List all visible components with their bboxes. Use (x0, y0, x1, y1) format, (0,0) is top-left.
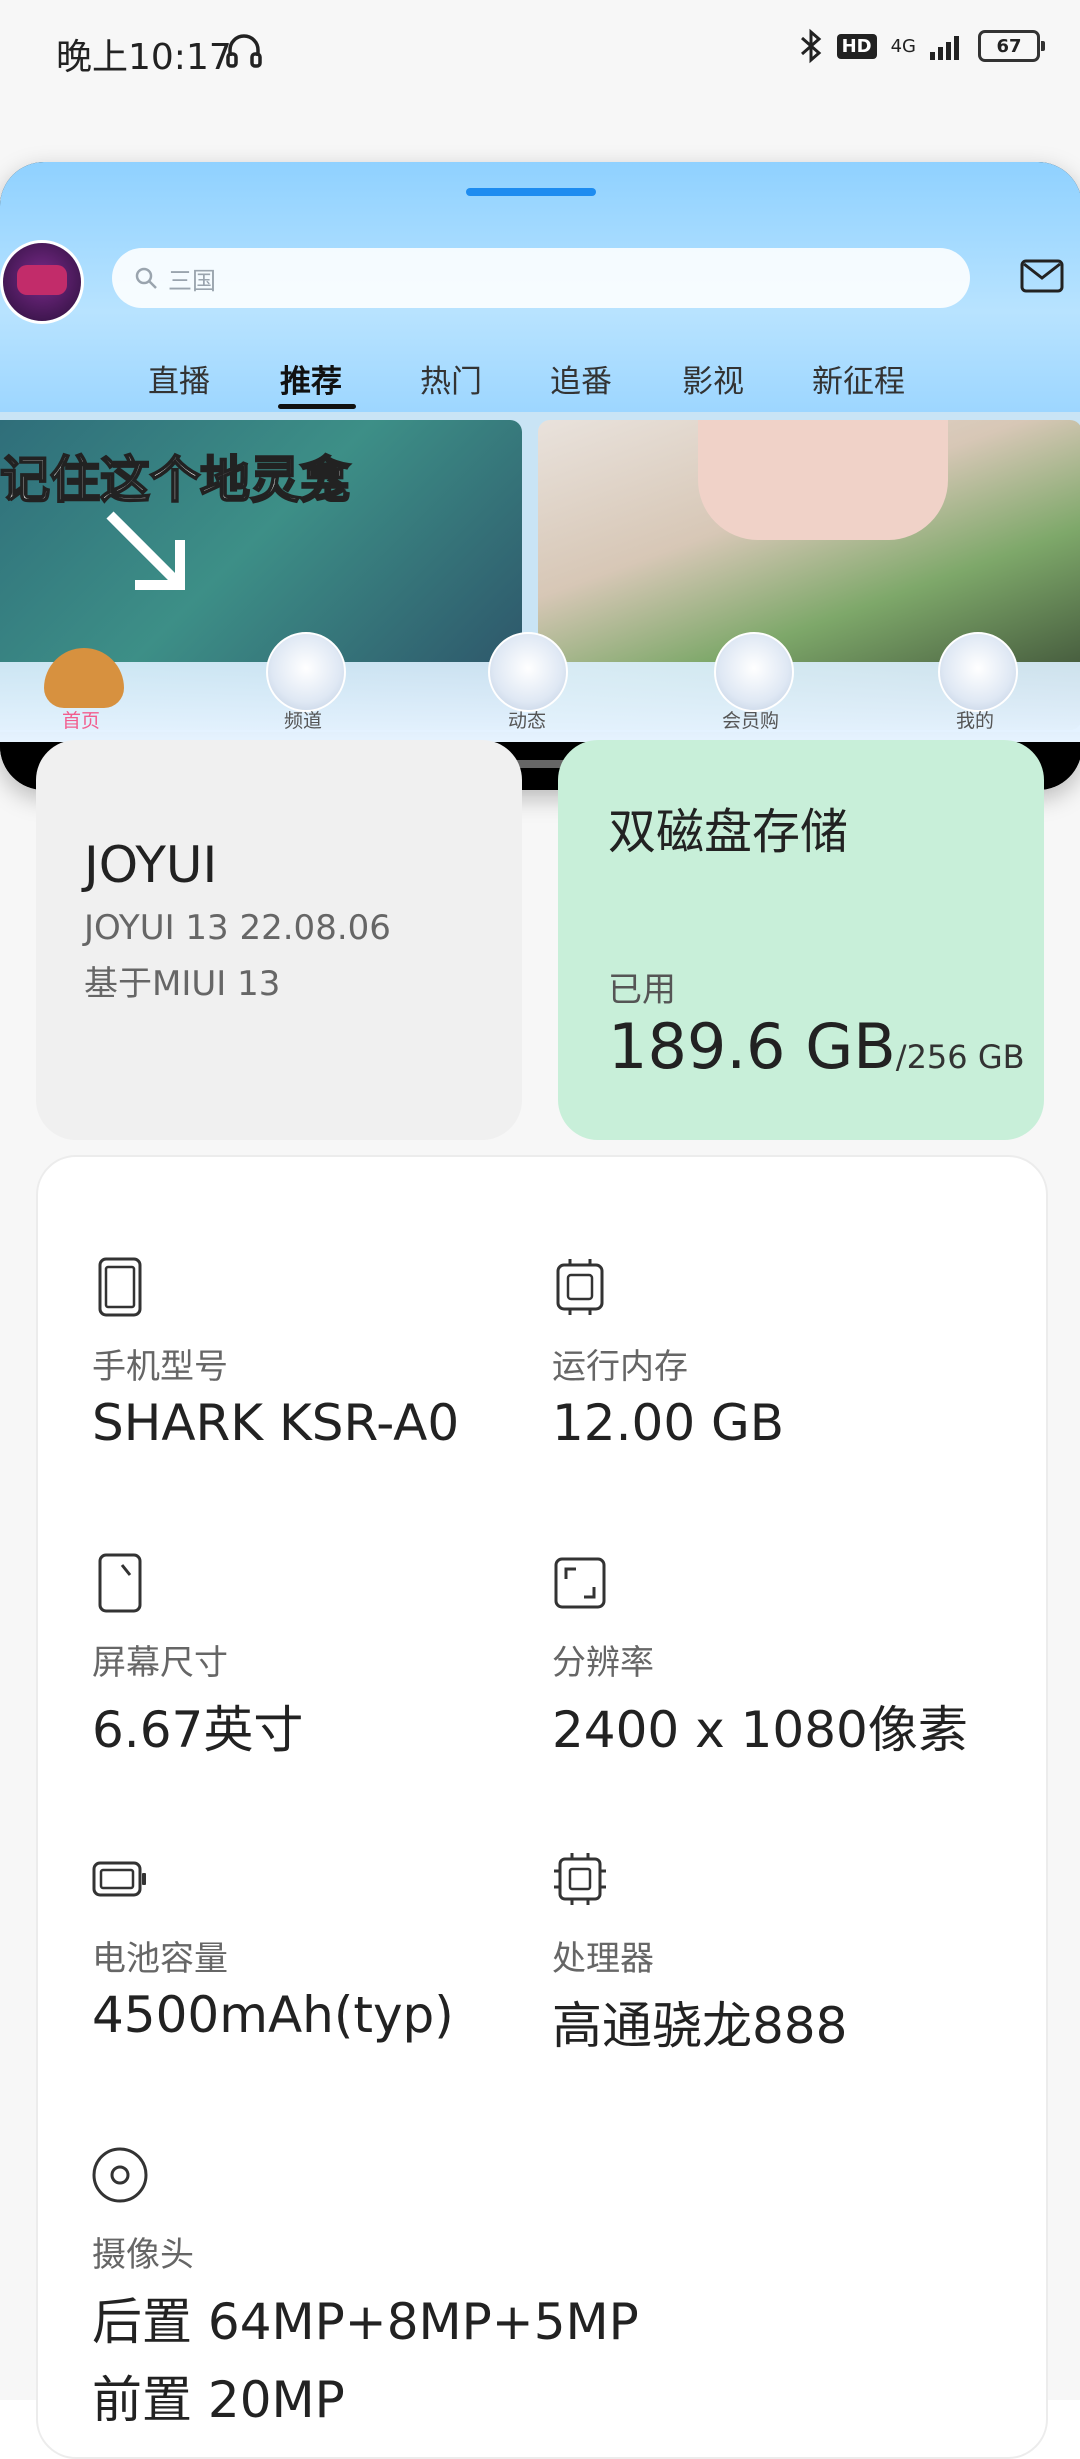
nav-channels[interactable]: 频道 (284, 706, 322, 733)
os-name: JOYUI (84, 836, 218, 894)
spec-label: 手机型号 (92, 1347, 228, 1387)
spec-label: 摄像头 (92, 2235, 194, 2275)
resolution-icon (554, 1557, 606, 1609)
signal-icon (930, 36, 959, 60)
avatar-face (17, 265, 67, 295)
spec-label: 处理器 (552, 1939, 654, 1979)
screen-size-icon (98, 1553, 142, 1613)
spec-value-rear: 后置 64MP+8MP+5MP (92, 2293, 639, 2351)
os-version: JOYUI 13 22.08.06 (84, 908, 391, 948)
battery-icon (92, 1861, 146, 1897)
spec-camera: 摄像头 后置 64MP+8MP+5MP 前置 20MP (92, 2145, 639, 2432)
floating-app-window[interactable]: 三国 直播 推荐 热门 追番 影视 新征程 记住这个地灵龛 首页 频道 动态 会… (0, 162, 1080, 790)
spec-resolution: 分辨率 2400 x 1080像素 (552, 1553, 968, 1762)
tab-movies[interactable]: 影视 (682, 356, 744, 401)
user-avatar[interactable] (0, 240, 84, 324)
battery-indicator: 67 (978, 30, 1045, 62)
spec-label: 电池容量 (92, 1939, 228, 1979)
bottom-nav: 首页 频道 动态 会员购 我的 (0, 632, 1080, 742)
memory-chip-icon (556, 1259, 604, 1315)
network-label: 4G (890, 35, 916, 57)
spec-processor: 处理器 高通骁龙888 (552, 1849, 847, 2058)
spec-value: 高通骁龙888 (552, 1997, 848, 2055)
spec-label: 分辨率 (552, 1643, 654, 1683)
processor-icon (554, 1853, 606, 1905)
mascot-character-icon (938, 632, 1018, 712)
storage-card[interactable]: 双磁盘存储 已用 189.6 GB/256 GB (558, 740, 1044, 1140)
battery-level: 67 (996, 35, 1022, 57)
os-base: 基于MIUI 13 (84, 964, 281, 1004)
mail-icon[interactable] (1020, 258, 1064, 294)
storage-total: /256 GB (895, 1038, 1025, 1076)
phone-icon (98, 1257, 142, 1317)
spec-value: 2400 x 1080像素 (552, 1701, 968, 1759)
tab-recommend[interactable]: 推荐 (280, 356, 342, 401)
search-icon (135, 267, 157, 289)
spec-label: 运行内存 (552, 1347, 688, 1387)
mascot-character-icon (488, 632, 568, 712)
video-thumbnail-caption: 记住这个地灵龛 (0, 450, 351, 510)
spec-ram: 运行内存 12.00 GB (552, 1257, 784, 1452)
search-input[interactable]: 三国 (112, 248, 970, 308)
hd-badge: HD (836, 33, 877, 59)
spec-value: 4500mAh(typ) (92, 1986, 454, 2044)
tab-hot[interactable]: 热门 (420, 356, 482, 401)
spec-value: SHARK KSR-A0 (92, 1394, 460, 1452)
system-version-card[interactable]: JOYUI JOYUI 13 22.08.06 基于MIUI 13 (36, 740, 522, 1140)
feed-tabs: 直播 推荐 热门 追番 影视 新征程 (0, 342, 1080, 412)
active-tab-indicator (278, 404, 356, 409)
bluetooth-icon (800, 28, 821, 64)
nav-home[interactable]: 首页 (62, 706, 100, 733)
video-thumbnail-image (698, 420, 948, 540)
spec-value: 12.00 GB (552, 1394, 785, 1452)
spec-value-front: 前置 20MP (92, 2371, 345, 2429)
headphone-icon (226, 34, 262, 68)
storage-used-value: 189.6 GB (608, 1010, 896, 1083)
window-drag-handle[interactable] (466, 188, 596, 196)
storage-used-label: 已用 (608, 970, 676, 1010)
spec-screen-size: 屏幕尺寸 6.67英寸 (92, 1553, 303, 1762)
mascot-character-icon (266, 632, 346, 712)
nav-activity[interactable]: 动态 (508, 706, 546, 733)
camera-icon (92, 2147, 148, 2203)
device-specs-card: 手机型号 SHARK KSR-A0 运行内存 12.00 GB 屏幕尺寸 6.6… (36, 1155, 1048, 2459)
tab-live[interactable]: 直播 (148, 356, 210, 401)
storage-title: 双磁盘存储 (608, 804, 849, 860)
spec-battery: 电池容量 4500mAh(typ) (92, 1849, 454, 2044)
spec-label: 屏幕尺寸 (92, 1643, 228, 1683)
tab-anime[interactable]: 追番 (550, 356, 612, 401)
floating-window-header: 三国 直播 推荐 热门 追番 影视 新征程 (0, 162, 1080, 412)
spec-value: 6.67英寸 (92, 1701, 304, 1759)
tab-new-journey[interactable]: 新征程 (812, 356, 905, 401)
search-placeholder: 三国 (168, 266, 216, 295)
status-time: 晚上10:17 (56, 37, 232, 78)
status-bar: 晚上10:17 HD 4G 67 (0, 0, 1080, 100)
mascot-character-icon (714, 632, 794, 712)
nav-member-shop[interactable]: 会员购 (722, 706, 779, 733)
nav-me[interactable]: 我的 (956, 706, 994, 733)
spec-model: 手机型号 SHARK KSR-A0 (92, 1257, 459, 1452)
storage-used-value-row: 189.6 GB/256 GB (608, 1010, 1025, 1083)
arrow-graphic (106, 511, 185, 590)
